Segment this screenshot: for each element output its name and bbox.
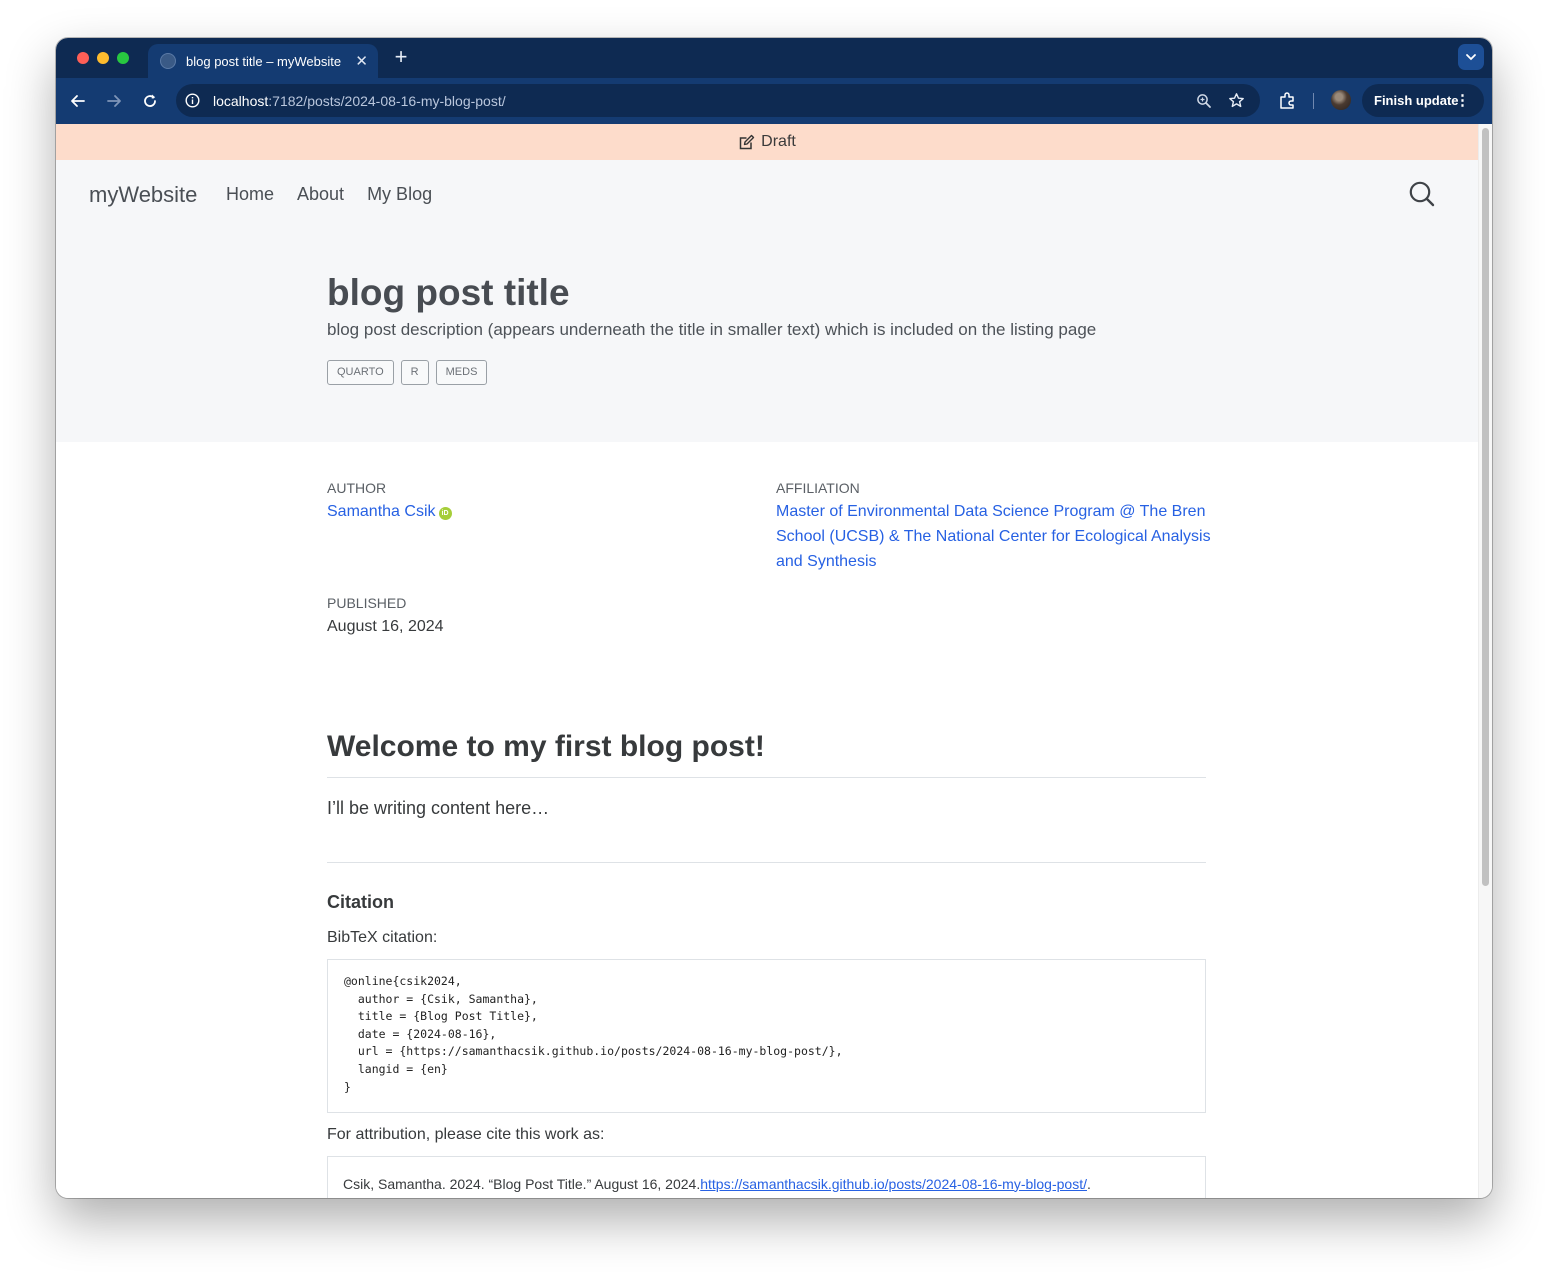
body-paragraph: I’ll be writing content here…: [327, 798, 550, 818]
url-text: localhost:7182/posts/2024-08-16-my-blog-…: [213, 93, 506, 109]
published-date: August 16, 2024: [327, 618, 444, 635]
attribution-text: Csik, Samantha. 2024. “Blog Post Title.”…: [343, 1175, 701, 1192]
published-label: PUBLISHED: [327, 595, 407, 611]
browser-toolbar: localhost:7182/posts/2024-08-16-my-blog-…: [56, 78, 1492, 124]
tab-title: blog post title – myWebsite: [186, 53, 342, 69]
attribution-block: Csik, Samantha. 2024. “Blog Post Title.”…: [327, 1156, 1206, 1198]
bibtex-block[interactable]: @online{csik2024, author = {Csik, Samant…: [327, 959, 1206, 1113]
url-host: localhost: [213, 93, 269, 109]
nav-link-home[interactable]: Home: [226, 184, 274, 205]
finish-update-label: Finish update: [1374, 93, 1459, 108]
tab-search-button[interactable]: [1458, 44, 1484, 70]
tab-strip: blog post title – myWebsite ✕ +: [56, 38, 1492, 78]
author-value: Samantha Csik iD: [327, 499, 452, 524]
category-quarto[interactable]: QUARTO: [327, 360, 394, 385]
affiliation-line: School (UCSB) & The National Center for …: [776, 528, 1211, 545]
url-path: :7182/posts/2024-08-16-my-blog-post/: [268, 93, 506, 109]
section-heading: Welcome to my first blog post!: [327, 730, 765, 763]
citation-heading: Citation: [327, 892, 394, 912]
maximize-window-button[interactable]: [117, 52, 129, 64]
site-brand[interactable]: myWebsite: [89, 182, 197, 208]
page-scrollbar[interactable]: [1478, 124, 1492, 1198]
affiliation-link[interactable]: Master of Environmental Data Science Pro…: [776, 499, 1216, 574]
reload-icon[interactable]: [140, 91, 160, 111]
chevron-down-icon: [1466, 54, 1476, 61]
category-meds[interactable]: MEDS: [435, 360, 488, 385]
draft-label: Draft: [761, 133, 796, 150]
more-options-icon[interactable]: ⋮: [1455, 91, 1470, 109]
affiliation-line: Master of Environmental Data Science Pro…: [776, 503, 1206, 520]
browser-tab-active[interactable]: blog post title – myWebsite ✕: [148, 44, 378, 78]
attribution-label: For attribution, please cite this work a…: [327, 1126, 605, 1143]
site-info-icon[interactable]: [185, 93, 200, 108]
post-title: blog post title: [327, 272, 570, 313]
nav-link-my-blog[interactable]: My Blog: [367, 184, 432, 205]
address-bar[interactable]: localhost:7182/posts/2024-08-16-my-blog-…: [176, 84, 1260, 117]
globe-icon: [160, 53, 176, 69]
attribution-link[interactable]: https://samanthacsik.github.io/posts/202…: [700, 1176, 1087, 1192]
nav-link-about[interactable]: About: [297, 184, 344, 205]
finish-update-button[interactable]: Finish update ⋮: [1362, 84, 1484, 117]
category-list: QUARTO R MEDS: [327, 360, 488, 385]
author-link[interactable]: Samantha Csik: [327, 503, 436, 520]
affiliation-label: AFFILIATION: [776, 480, 860, 496]
affiliation-line: and Synthesis: [776, 553, 877, 570]
browser-window: blog post title – myWebsite ✕ + localhos…: [56, 38, 1492, 1198]
minimize-window-button[interactable]: [97, 52, 109, 64]
heading-divider: [327, 777, 1206, 778]
orcid-icon[interactable]: iD: [438, 507, 452, 520]
appendix-divider: [327, 862, 1206, 863]
author-label: AUTHOR: [327, 480, 387, 496]
bibtex-label: BibTeX citation:: [327, 929, 438, 946]
scrollbar-thumb[interactable]: [1482, 128, 1489, 886]
new-tab-button[interactable]: +: [390, 44, 412, 70]
main-nav: Home About My Blog: [226, 184, 432, 205]
close-window-button[interactable]: [77, 52, 89, 64]
extensions-icon[interactable]: [1278, 91, 1297, 110]
draft-banner: Draft: [56, 124, 1478, 160]
post-description: blog post description (appears underneat…: [327, 320, 1097, 339]
edit-icon: [739, 134, 755, 149]
page-viewport: Draft myWebsite Home About My Blog blog …: [56, 124, 1478, 1198]
attribution-end: .: [1086, 1175, 1091, 1192]
forward-icon[interactable]: [104, 91, 124, 111]
back-icon[interactable]: [68, 91, 88, 111]
close-tab-icon[interactable]: ✕: [355, 52, 368, 70]
toolbar-divider: [1313, 93, 1314, 109]
search-icon[interactable]: [1408, 180, 1436, 208]
title-banner: myWebsite Home About My Blog blog post t…: [56, 160, 1478, 442]
zoom-icon[interactable]: [1196, 93, 1212, 109]
profile-avatar[interactable]: [1331, 90, 1351, 110]
category-r[interactable]: R: [400, 360, 429, 385]
bibtex-code: @online{csik2024, author = {Csik, Samant…: [344, 974, 843, 1094]
bookmark-star-icon[interactable]: [1228, 92, 1245, 109]
